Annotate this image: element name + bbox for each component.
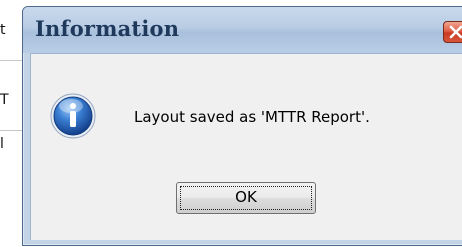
ok-button[interactable]: OK <box>176 182 316 214</box>
background-app: t T l <box>0 0 22 247</box>
ok-button-label: OK <box>235 188 257 206</box>
dialog-body: Layout saved as 'MTTR Report'. OK <box>30 53 462 240</box>
background-text: T <box>0 92 9 108</box>
dialog-message: Layout saved as 'MTTR Report'. <box>134 108 370 126</box>
background-text: l <box>0 136 4 152</box>
close-icon <box>449 25 462 39</box>
screen: t T l Information Layout saved as 'MTTR … <box>0 0 462 247</box>
dialog-titlebar[interactable]: Information <box>23 7 462 53</box>
background-text: t <box>0 22 6 38</box>
background-divider <box>0 130 22 131</box>
information-dialog: Information Layout saved as 'MTTR Report… <box>22 6 462 246</box>
background-divider <box>0 60 22 61</box>
close-button[interactable] <box>443 21 462 43</box>
information-icon <box>50 93 96 139</box>
dialog-title: Information <box>35 16 180 41</box>
